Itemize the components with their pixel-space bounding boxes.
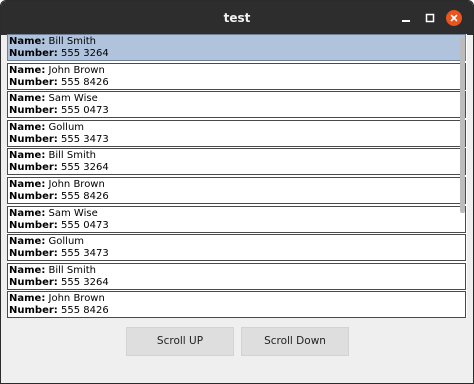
name-value: Bill Smith xyxy=(48,150,97,162)
title-bar[interactable]: test xyxy=(1,1,473,35)
number-value: 555 3264 xyxy=(60,162,109,174)
number-line: Number: 555 8426 xyxy=(9,191,465,203)
number-value: 555 0473 xyxy=(60,105,109,117)
number-label: Number: xyxy=(9,105,58,117)
name-line: Name: Gollum xyxy=(9,122,465,134)
name-value: Gollum xyxy=(48,121,85,133)
number-label: Number: xyxy=(9,191,58,202)
number-label: Number: xyxy=(9,133,58,145)
list-item[interactable]: Name: John Brown Number: 555 8426 xyxy=(7,291,466,318)
number-value: 555 0473 xyxy=(60,219,109,231)
close-icon xyxy=(450,14,458,22)
scroll-up-button[interactable]: Scroll UP xyxy=(126,327,234,356)
list-item[interactable]: Name: Bill Smith Number: 555 3264 xyxy=(7,34,466,61)
name-line: Name: John Brown xyxy=(9,65,465,77)
list-item[interactable]: Name: John Brown Number: 555 8426 xyxy=(7,177,466,204)
number-value: 555 8426 xyxy=(60,191,109,202)
minimize-button[interactable] xyxy=(398,10,414,26)
name-line: Name: Sam Wise xyxy=(9,208,465,220)
number-line: Number: 555 3264 xyxy=(9,277,465,289)
number-line: Number: 555 0473 xyxy=(9,220,465,232)
number-label: Number: xyxy=(9,219,58,231)
name-label: Name: xyxy=(9,150,46,162)
name-value: Sam Wise xyxy=(48,93,98,105)
number-label: Number: xyxy=(9,248,58,260)
name-line: Name: Bill Smith xyxy=(9,36,465,48)
number-label: Number: xyxy=(9,48,58,59)
number-line: Number: 555 3473 xyxy=(9,248,465,260)
number-value: 555 8426 xyxy=(60,305,109,317)
name-line: Name: John Brown xyxy=(9,293,465,305)
name-line: Name: Bill Smith xyxy=(9,265,465,277)
name-label: Name: xyxy=(9,93,46,105)
number-value: 555 3264 xyxy=(60,48,109,59)
number-label: Number: xyxy=(9,76,58,88)
name-line: Name: Gollum xyxy=(9,236,465,248)
close-button[interactable] xyxy=(446,10,462,26)
name-line: Name: Bill Smith xyxy=(9,150,465,162)
number-label: Number: xyxy=(9,276,58,288)
name-label: Name: xyxy=(9,293,46,305)
number-line: Number: 555 3264 xyxy=(9,48,465,60)
app-window: test Name: Bill Smith Number: 555 3264 Nam… xyxy=(0,0,474,384)
number-value: 555 3473 xyxy=(60,248,109,260)
name-label: Name: xyxy=(9,264,46,276)
name-label: Name: xyxy=(9,121,46,133)
list-item[interactable]: Name: Bill Smith Number: 555 3264 xyxy=(7,148,466,176)
name-value: John Brown xyxy=(48,293,105,305)
name-line: Name: Sam Wise xyxy=(9,93,465,105)
list-item[interactable]: Name: Bill Smith Number: 555 3264 xyxy=(7,262,466,290)
name-value: John Brown xyxy=(48,179,105,190)
vertical-scrollbar[interactable] xyxy=(460,37,465,213)
number-line: Number: 555 8426 xyxy=(9,305,465,317)
name-label: Name: xyxy=(9,64,46,76)
name-label: Name: xyxy=(9,207,46,219)
list-item[interactable]: Name: Sam Wise Number: 555 0473 xyxy=(7,91,466,119)
name-label: Name: xyxy=(9,179,46,190)
number-value: 555 3264 xyxy=(60,276,109,288)
list-item[interactable]: Name: Gollum Number: 555 3473 xyxy=(7,119,466,147)
name-label: Name: xyxy=(9,236,46,248)
maximize-icon xyxy=(425,13,435,23)
minimize-icon xyxy=(402,20,410,22)
contact-list[interactable]: Name: Bill Smith Number: 555 3264 Name: Jo… xyxy=(7,34,467,318)
name-label: Name: xyxy=(9,36,46,47)
number-value: 555 8426 xyxy=(60,76,109,88)
maximize-button[interactable] xyxy=(422,10,438,26)
number-label: Number: xyxy=(9,305,58,317)
list-item[interactable]: Name: Sam Wise Number: 555 0473 xyxy=(7,205,466,233)
number-value: 555 3473 xyxy=(60,133,109,145)
list-item[interactable]: Name: Gollum Number: 555 3473 xyxy=(7,234,466,262)
name-value: Bill Smith xyxy=(48,36,97,47)
name-line: Name: John Brown xyxy=(9,179,465,191)
number-line: Number: 555 8426 xyxy=(9,77,465,89)
list-item[interactable]: Name: John Brown Number: 555 8426 xyxy=(7,62,466,90)
number-line: Number: 555 3264 xyxy=(9,162,465,174)
name-value: John Brown xyxy=(48,64,105,76)
name-value: Bill Smith xyxy=(48,264,97,276)
name-value: Sam Wise xyxy=(48,207,98,219)
number-line: Number: 555 0473 xyxy=(9,105,465,117)
number-label: Number: xyxy=(9,162,58,174)
name-value: Gollum xyxy=(48,236,85,248)
scroll-down-button[interactable]: Scroll Down xyxy=(241,327,349,356)
number-line: Number: 555 3473 xyxy=(9,134,465,146)
